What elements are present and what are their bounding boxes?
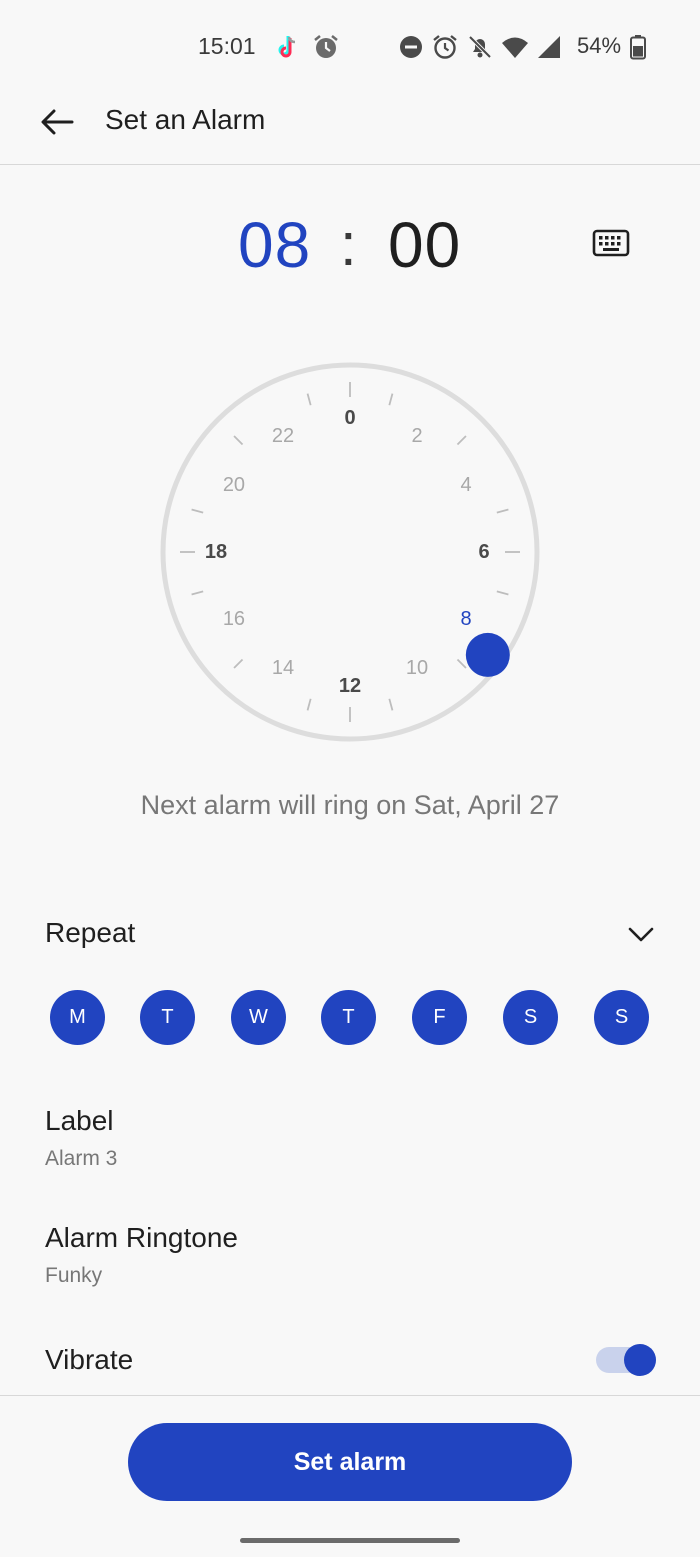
dial-label[interactable]: 10 (406, 657, 428, 679)
repeat-label: Repeat (45, 917, 136, 948)
toggle-thumb (624, 1344, 656, 1376)
day-sunday[interactable]: S (594, 990, 649, 1045)
set-alarm-button[interactable]: Set alarm (128, 1423, 572, 1501)
dial-ticks (180, 382, 520, 722)
vibrate-row: Vibrate (0, 1338, 700, 1388)
bell-off-icon (468, 35, 492, 59)
dial-label[interactable]: 0 (344, 407, 355, 429)
dial-label[interactable]: 6 (478, 541, 489, 563)
dial-handle[interactable] (465, 632, 510, 677)
ringtone-title: Alarm Ringtone (45, 1222, 238, 1253)
ringtone-setting[interactable]: Alarm Ringtone Funky (0, 1222, 700, 1312)
day-tuesday[interactable]: T (140, 990, 195, 1045)
dial-tick (306, 393, 312, 406)
dial-tick (388, 393, 394, 406)
day-thursday[interactable]: T (321, 990, 376, 1045)
signal-icon (538, 36, 560, 58)
label-setting[interactable]: Label Alarm 3 (0, 1105, 700, 1195)
wifi-icon (502, 37, 528, 58)
repeat-days: M T W T F S S (0, 990, 700, 1046)
dial-tick (306, 698, 312, 711)
dial-tick (456, 658, 467, 669)
dial-label[interactable]: 22 (272, 425, 294, 447)
keyboard-icon[interactable] (592, 228, 630, 258)
dial-tick (496, 508, 509, 514)
battery-icon (630, 35, 646, 60)
dial-label[interactable]: 18 (205, 541, 227, 563)
dial-label[interactable]: 8 (460, 608, 471, 630)
vibrate-toggle[interactable] (596, 1344, 658, 1376)
dial-labels: 0 2 4 6 8 10 12 14 16 18 20 22 (205, 407, 490, 697)
divider (0, 1395, 700, 1396)
dial-tick (233, 658, 244, 669)
alarm-icon (433, 35, 457, 59)
home-indicator[interactable] (240, 1538, 460, 1543)
day-friday[interactable]: F (412, 990, 467, 1045)
time-separator: : (340, 211, 357, 278)
repeat-row[interactable]: Repeat (0, 905, 700, 965)
label-title: Label (45, 1105, 114, 1136)
minute-field[interactable]: 00 (388, 208, 461, 282)
do-not-disturb-icon (400, 36, 422, 58)
day-wednesday[interactable]: W (231, 990, 286, 1045)
time-display: 08 : 00 (0, 208, 700, 298)
status-bar: 15:01 54% (0, 0, 700, 90)
dial-label[interactable]: 20 (223, 474, 245, 496)
label-value: Alarm 3 (45, 1147, 118, 1170)
vibrate-label: Vibrate (45, 1344, 134, 1375)
back-arrow-icon[interactable] (36, 100, 80, 144)
dial-label[interactable]: 2 (411, 425, 422, 447)
alarm-icon (314, 35, 338, 58)
dial-tick (191, 590, 204, 596)
day-saturday[interactable]: S (503, 990, 558, 1045)
page-title: Set an Alarm (105, 104, 266, 135)
dial-tick (191, 508, 204, 514)
day-monday[interactable]: M (50, 990, 105, 1045)
app-bar: Set an Alarm (0, 90, 700, 165)
dial-tick (233, 435, 244, 446)
dial-label[interactable]: 14 (272, 657, 294, 679)
chevron-down-icon[interactable] (626, 919, 656, 949)
dial-label[interactable]: 16 (223, 608, 245, 630)
dial-tick (456, 435, 467, 446)
hour-field[interactable]: 08 (238, 208, 311, 282)
tiktok-icon (278, 36, 296, 58)
hour-dial[interactable]: 0 2 4 6 8 10 12 14 16 18 20 22 (160, 362, 540, 742)
ringtone-value: Funky (45, 1264, 103, 1287)
battery-percent: 54% (577, 33, 622, 58)
dial-tick (496, 590, 509, 596)
dial-tick (388, 698, 394, 711)
dial-label[interactable]: 12 (339, 675, 361, 697)
next-alarm-text: Next alarm will ring on Sat, April 27 (140, 790, 560, 820)
dial-label[interactable]: 4 (460, 474, 471, 496)
status-time: 15:01 (198, 33, 256, 59)
